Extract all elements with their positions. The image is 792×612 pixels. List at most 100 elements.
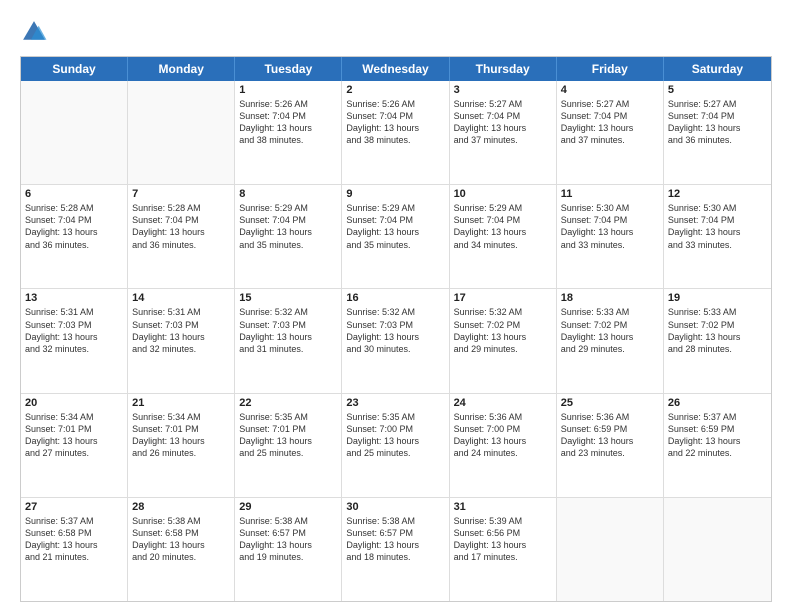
cell-info-line: Sunrise: 5:27 AM [561,98,659,110]
cell-info-line: and 19 minutes. [239,551,337,563]
cell-info-line: Sunset: 7:01 PM [239,423,337,435]
cell-info-line: Sunset: 7:04 PM [454,214,552,226]
cell-info-line: Sunrise: 5:30 AM [561,202,659,214]
cell-info-line: Sunset: 7:04 PM [239,110,337,122]
day-number: 15 [239,292,337,304]
cell-info-line: Daylight: 13 hours [668,331,767,343]
cell-info-line: Sunset: 7:01 PM [132,423,230,435]
cell-info-line: and 31 minutes. [239,343,337,355]
day-cell-14: 14Sunrise: 5:31 AMSunset: 7:03 PMDayligh… [128,289,235,392]
day-number: 30 [346,501,444,513]
day-number: 21 [132,397,230,409]
day-cell-17: 17Sunrise: 5:32 AMSunset: 7:02 PMDayligh… [450,289,557,392]
cell-info-line: Sunset: 7:04 PM [561,110,659,122]
day-cell-31: 31Sunrise: 5:39 AMSunset: 6:56 PMDayligh… [450,498,557,601]
day-cell-30: 30Sunrise: 5:38 AMSunset: 6:57 PMDayligh… [342,498,449,601]
cell-info-line: and 35 minutes. [346,239,444,251]
cell-info-line: Sunset: 7:03 PM [239,319,337,331]
day-cell-21: 21Sunrise: 5:34 AMSunset: 7:01 PMDayligh… [128,394,235,497]
cell-info-line: Sunrise: 5:31 AM [25,306,123,318]
cell-info-line: Sunset: 7:04 PM [668,214,767,226]
cell-info-line: Daylight: 13 hours [25,539,123,551]
cell-info-line: Daylight: 13 hours [25,226,123,238]
week-row-4: 20Sunrise: 5:34 AMSunset: 7:01 PMDayligh… [21,393,771,497]
cell-info-line: Sunrise: 5:29 AM [454,202,552,214]
cell-info-line: Sunrise: 5:32 AM [346,306,444,318]
cell-info-line: Sunset: 6:58 PM [25,527,123,539]
day-cell-1: 1Sunrise: 5:26 AMSunset: 7:04 PMDaylight… [235,81,342,184]
header-day-thursday: Thursday [450,57,557,81]
day-number: 23 [346,397,444,409]
day-number: 13 [25,292,123,304]
cell-info-line: Sunset: 7:02 PM [454,319,552,331]
cell-info-line: Sunrise: 5:39 AM [454,515,552,527]
cell-info-line: and 25 minutes. [239,447,337,459]
cell-info-line: Sunrise: 5:32 AM [454,306,552,318]
day-cell-20: 20Sunrise: 5:34 AMSunset: 7:01 PMDayligh… [21,394,128,497]
cell-info-line: and 37 minutes. [454,134,552,146]
cell-info-line: Sunset: 6:58 PM [132,527,230,539]
week-row-5: 27Sunrise: 5:37 AMSunset: 6:58 PMDayligh… [21,497,771,601]
day-cell-10: 10Sunrise: 5:29 AMSunset: 7:04 PMDayligh… [450,185,557,288]
cell-info-line: Sunset: 6:57 PM [346,527,444,539]
day-cell-12: 12 Sunrise: 5:30 AMSunset: 7:04 PMDayligh… [664,185,771,288]
cell-info-line: Sunrise: 5:34 AM [132,411,230,423]
cell-info-line: and 18 minutes. [346,551,444,563]
day-number: 20 [25,397,123,409]
cell-info-line: and 17 minutes. [454,551,552,563]
cell-info-line: and 24 minutes. [454,447,552,459]
day-number: 16 [346,292,444,304]
cell-info-line: and 28 minutes. [668,343,767,355]
cell-info-line: Sunrise: 5:38 AM [132,515,230,527]
cell-info-line: and 38 minutes. [346,134,444,146]
cell-info-line: Sunrise: 5:26 AM [346,98,444,110]
cell-info-line: Sunrise: 5:37 AM [668,411,767,423]
cell-info-line: Daylight: 13 hours [346,331,444,343]
day-number: 12 [668,188,767,200]
day-number: 31 [454,501,552,513]
day-cell-15: 15Sunrise: 5:32 AMSunset: 7:03 PMDayligh… [235,289,342,392]
day-number: 8 [239,188,337,200]
cell-info-line: and 36 minutes. [668,134,767,146]
cell-info-line: Sunset: 7:02 PM [561,319,659,331]
cell-info-line: Daylight: 13 hours [346,226,444,238]
day-number: 27 [25,501,123,513]
cell-info-line: Daylight: 13 hours [668,122,767,134]
cell-info-line: and 21 minutes. [25,551,123,563]
day-cell-22: 22Sunrise: 5:35 AMSunset: 7:01 PMDayligh… [235,394,342,497]
cell-info-line: Sunset: 6:56 PM [454,527,552,539]
cell-info-line: Sunrise: 5:30 AM [668,202,767,214]
cell-info-line: and 38 minutes. [239,134,337,146]
cell-info-line: and 30 minutes. [346,343,444,355]
cell-info-line: Sunrise: 5:35 AM [239,411,337,423]
cell-info-line: Sunset: 6:59 PM [561,423,659,435]
cell-info-line: Sunrise: 5:35 AM [346,411,444,423]
cell-info-line: Sunset: 7:01 PM [25,423,123,435]
cell-info-line: Daylight: 13 hours [561,435,659,447]
day-number: 1 [239,84,337,96]
day-number: 28 [132,501,230,513]
cell-info-line: Daylight: 13 hours [132,539,230,551]
cell-info-line: Daylight: 13 hours [454,122,552,134]
day-number: 26 [668,397,767,409]
cell-info-line: Sunset: 7:04 PM [561,214,659,226]
cell-info-line: Daylight: 13 hours [454,226,552,238]
cell-info-line: Sunset: 7:04 PM [132,214,230,226]
header-day-saturday: Saturday [664,57,771,81]
cell-info-line: Daylight: 13 hours [668,226,767,238]
cell-info-line: Sunset: 7:03 PM [132,319,230,331]
day-cell-6: 6Sunrise: 5:28 AMSunset: 7:04 PMDaylight… [21,185,128,288]
header-day-monday: Monday [128,57,235,81]
cell-info-line: Sunset: 7:04 PM [454,110,552,122]
empty-cell [21,81,128,184]
cell-info-line: Daylight: 13 hours [454,331,552,343]
header-day-wednesday: Wednesday [342,57,449,81]
day-cell-16: 16Sunrise: 5:32 AMSunset: 7:03 PMDayligh… [342,289,449,392]
day-cell-18: 18Sunrise: 5:33 AMSunset: 7:02 PMDayligh… [557,289,664,392]
cell-info-line: and 32 minutes. [25,343,123,355]
cell-info-line: Sunrise: 5:26 AM [239,98,337,110]
day-cell-9: 9Sunrise: 5:29 AMSunset: 7:04 PMDaylight… [342,185,449,288]
calendar-header: SundayMondayTuesdayWednesdayThursdayFrid… [21,57,771,81]
cell-info-line: Daylight: 13 hours [239,435,337,447]
day-cell-19: 19Sunrise: 5:33 AMSunset: 7:02 PMDayligh… [664,289,771,392]
